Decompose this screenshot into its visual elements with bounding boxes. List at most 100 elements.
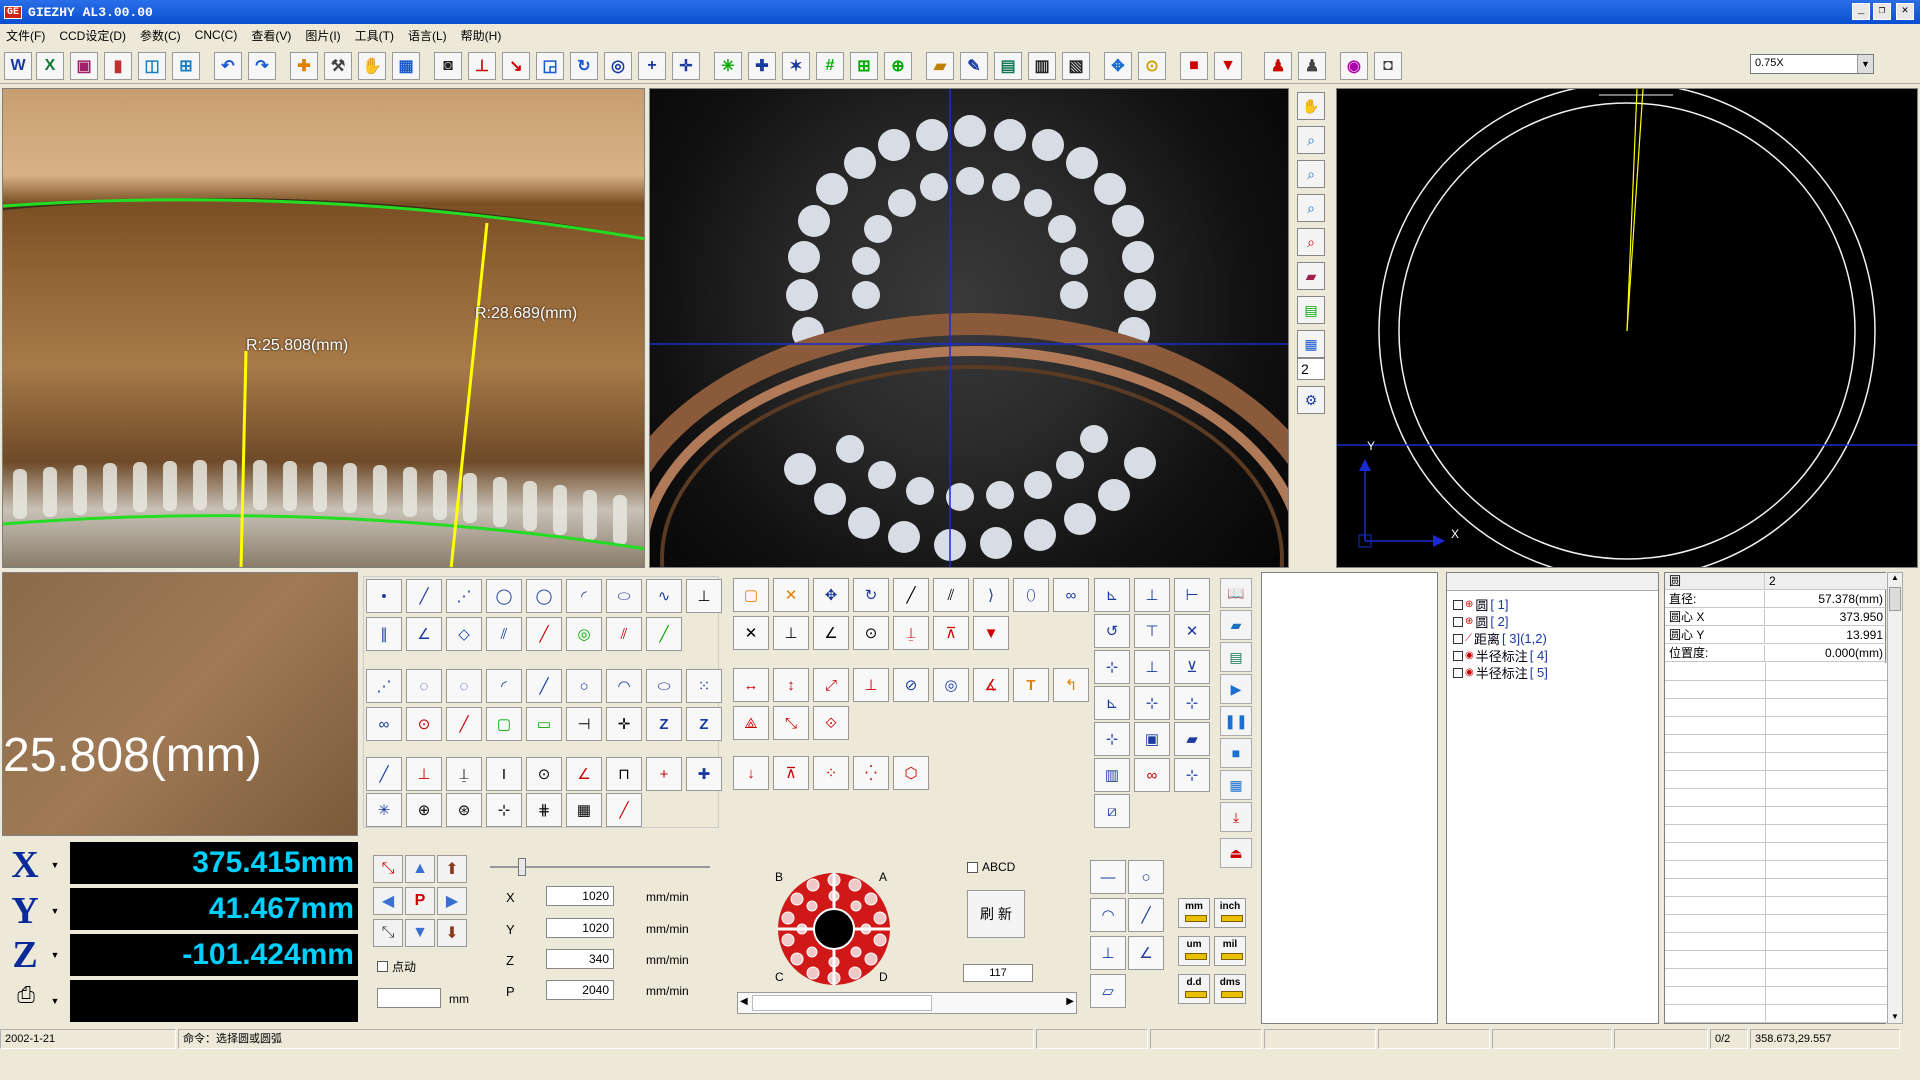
point-line-icon[interactable]: ⊣ [566,707,602,741]
close-button[interactable]: ✕ [1896,3,1914,20]
red-line-icon[interactable]: ╱ [526,617,562,651]
learn-icon[interactable]: ▰ [1220,610,1252,640]
dim-radius-icon[interactable]: ◎ [933,668,969,702]
perpendicular-icon[interactable]: ⊥ [686,579,722,613]
p-axis-dropdown[interactable]: ▼ [48,980,62,1022]
cube-icon[interactable]: ⬡ [893,756,929,790]
scroll-down-icon[interactable]: ▼ [1888,1012,1902,1021]
measure-circle-icon[interactable]: ⊙ [526,757,562,791]
select-box-icon[interactable]: ▢ [733,578,769,612]
rotate-icon[interactable]: ↻ [570,52,598,80]
measure-line-icon[interactable]: ╱ [366,757,402,791]
program-icon[interactable]: ▤ [1220,642,1252,672]
camera-icon[interactable]: ◙ [434,52,462,80]
height-probe-icon[interactable]: ⍊ [893,616,929,650]
dim-aligned-icon[interactable]: ⤢ [813,668,849,702]
diag-move-2-icon[interactable]: ⤡ [373,919,403,947]
z-lock-green-icon[interactable]: Z [686,707,722,741]
zoom-select[interactable]: 0.75X ▼ [1750,54,1874,74]
point-scatter-icon[interactable]: ⁛ [853,756,889,790]
stop-icon[interactable]: ■ [1220,738,1252,768]
shape-parallelogram-icon[interactable]: ▱ [1090,974,1126,1008]
pan-hand-icon[interactable]: ✋ [358,52,386,80]
light-intensity-field[interactable]: 117 [963,964,1033,982]
angle-icon[interactable]: ∠ [406,617,442,651]
measure-cross-2-icon[interactable]: ✚ [686,757,722,791]
extend-icon[interactable]: ⫽ [933,578,969,612]
redo-icon[interactable]: ↷ [248,52,276,80]
y-axis-dropdown[interactable]: ▼ [48,890,62,932]
undo-icon[interactable]: ↶ [214,52,242,80]
tree-checkbox[interactable] [1453,616,1463,627]
coord-y-icon[interactable]: ⊢ [1174,578,1210,612]
coord-delete-icon[interactable]: ▥ [1094,758,1130,792]
coord-origin-icon[interactable]: ⊹ [1094,650,1130,684]
hand-pan-icon[interactable]: ✋ [1297,92,1325,120]
dim-angle-icon[interactable]: ∡ [973,668,1009,702]
coord-reset-icon[interactable]: ∞ [1134,758,1170,792]
arc-icon[interactable]: ◜ [566,579,602,613]
parallel-icon[interactable]: ∥ [366,617,402,651]
ellipse-outline-icon[interactable]: ⬭ [646,669,682,703]
coord-axis-2-icon[interactable]: ⊻ [1174,650,1210,684]
coord-yo-icon[interactable]: ⊹ [1134,686,1170,720]
hatch-icon[interactable]: ⫽ [486,617,522,651]
coord-xo-icon[interactable]: ⊾ [1094,686,1130,720]
move-all-icon[interactable]: ✥ [1104,52,1132,80]
line-icon[interactable]: ╱ [406,579,442,613]
unit-um-button[interactable]: um [1178,936,1210,966]
p-center-button[interactable]: P [405,887,435,915]
camera-view-measure[interactable]: R:25.808(mm) R:28.689(mm) [2,88,645,568]
star-cross-icon[interactable]: ✳ [714,52,742,80]
speed-y-input[interactable]: 1020 [546,918,614,938]
run-icon[interactable]: ▶ [1220,674,1252,704]
minimize-button[interactable]: _ [1852,3,1870,20]
target-icon[interactable]: ◎ [604,52,632,80]
box-grid-icon[interactable]: ▦ [566,793,602,827]
height-tool-icon[interactable]: ⊼ [933,616,969,650]
tree-checkbox[interactable] [1453,650,1463,661]
coord-open-icon[interactable]: ▰ [1174,722,1210,756]
tree-item[interactable]: ◉ 半径标注[ 5] [1453,663,1548,682]
lens-icon[interactable]: ◉ [1340,52,1368,80]
layout-icon[interactable]: ▦ [1220,770,1252,800]
export-image-icon[interactable]: ▼ [1214,52,1242,80]
intersection-icon[interactable]: ⊕ [406,793,442,827]
grid-cross-icon[interactable]: # [816,52,844,80]
coord-rotate-icon[interactable]: ↺ [1094,614,1130,648]
unit-inch-button[interactable]: inch [1214,898,1246,928]
angle-dd-button[interactable]: d.d [1178,974,1210,1004]
z-axis-dropdown[interactable]: ▼ [48,934,62,976]
move-down-button[interactable]: ▼ [405,919,435,947]
coord-cross-icon[interactable]: ✕ [1174,614,1210,648]
coord-plane-icon[interactable]: ⧄ [1094,794,1130,828]
chamfer-icon[interactable]: ⟁ [733,706,769,740]
scroll-left-icon[interactable]: ◀ [740,996,748,1007]
auto-arc-icon[interactable]: ◜ [486,669,522,703]
probe-tip-icon[interactable]: ▼ [973,616,1009,650]
edit-tool-icon[interactable]: ⚒ [324,52,352,80]
save-icon[interactable]: ▣ [70,52,98,80]
cad-view[interactable]: Y X [1336,88,1918,568]
move-up-button[interactable]: ▲ [405,855,435,883]
coord-save-icon[interactable]: ▣ [1134,722,1170,756]
tree-checkbox[interactable] [1453,633,1463,644]
prop-row[interactable]: 圆心 Y 13.991 [1665,627,1887,644]
sign-icon[interactable]: ✎ [960,52,988,80]
abcd-checkbox-row[interactable]: ABCD [967,860,1015,874]
report-icon[interactable]: ◫ [138,52,166,80]
chevron-down-icon[interactable]: ▼ [1857,55,1873,73]
circle-3p-icon[interactable]: ◯ [526,579,562,613]
prop-row[interactable]: 直径: 57.378(mm) [1665,591,1887,608]
curve-icon[interactable]: ∿ [646,579,682,613]
z-down-button[interactable]: ⬇ [437,919,467,947]
pause-icon[interactable]: ❚❚ [1220,706,1252,736]
green-line-icon[interactable]: ╱ [646,617,682,651]
move-left-button[interactable]: ◀ [373,887,403,915]
zoom-window-icon[interactable]: ⌕ [1297,228,1325,256]
menu-view[interactable]: 查看(V) [251,27,291,44]
rotate-tool-icon[interactable]: ↻ [853,578,889,612]
coord-zero-icon[interactable]: ⊹ [1174,758,1210,792]
arc-tool-icon[interactable]: ⟩ [973,578,1009,612]
slash-icon[interactable]: ╱ [446,707,482,741]
